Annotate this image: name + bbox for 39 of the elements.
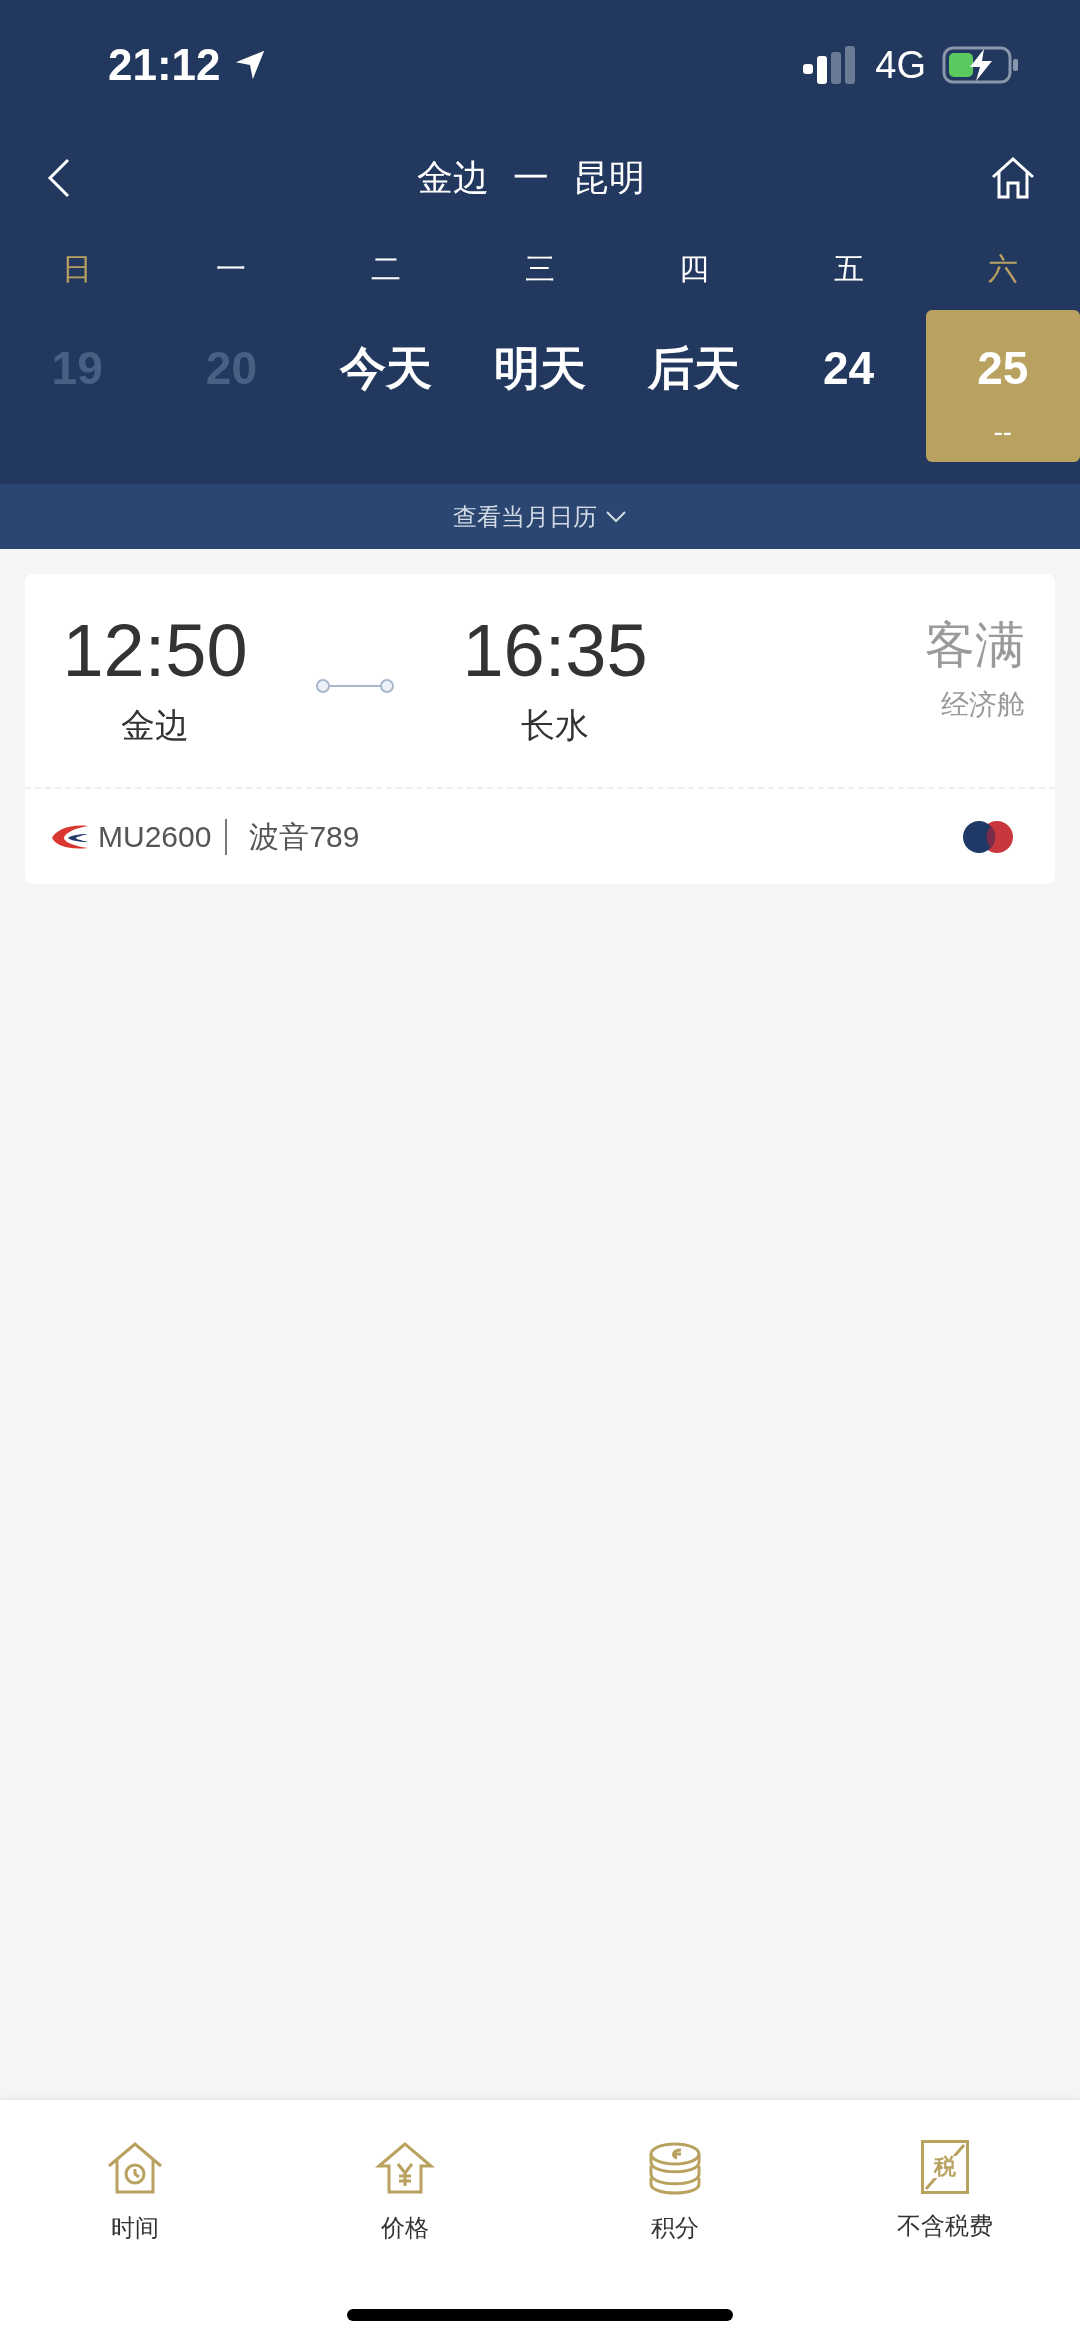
weekday-label: 六 [987, 250, 1018, 287]
alliance-logo-icon [961, 819, 1015, 854]
network-label: 4G [875, 42, 926, 88]
date-tab[interactable]: 明天 [462, 310, 618, 462]
chevron-down-icon [605, 509, 627, 524]
tax-receipt-icon: 税 [921, 2140, 969, 2194]
weekday-label: 三 [525, 250, 555, 287]
sort-filter-tab[interactable]: 价格 [270, 2140, 540, 2246]
house-clock-icon [105, 2140, 165, 2196]
weekday-label: 五 [833, 250, 864, 287]
home-icon[interactable] [990, 155, 1036, 201]
sort-filter-tab[interactable]: 税 不含税费 [810, 2140, 1080, 2246]
cabin-class: 经济舱 [941, 688, 1025, 722]
weekday-label: 四 [679, 250, 710, 287]
house-yen-icon [375, 2140, 435, 2196]
route-destination: 昆明 [573, 156, 645, 200]
date-tab[interactable]: 24 [771, 310, 926, 462]
departure-airport: 金边 [121, 705, 189, 746]
coins-icon [647, 2140, 703, 2196]
sort-filter-tab[interactable]: 时间 [0, 2140, 270, 2246]
route-line-icon [315, 678, 395, 694]
battery-charging-icon [942, 46, 1020, 84]
status-time: 21:12 [108, 39, 221, 91]
weekday-label: 日 [62, 250, 93, 287]
weekday-label: 二 [370, 250, 401, 287]
flight-number: MU2600 [98, 818, 228, 855]
arrival-time: 16:35 [462, 614, 648, 688]
date-tab[interactable]: 今天 [308, 310, 463, 462]
aircraft-type: 波音789 [249, 819, 360, 855]
date-tab[interactable]: 后天 [617, 310, 772, 462]
availability-status: 客满 [925, 620, 1025, 670]
arrival-airport: 长水 [521, 705, 589, 746]
sort-filter-tab[interactable]: 积分 [540, 2140, 810, 2246]
weekday-label: 一 [216, 250, 247, 287]
departure-time: 12:50 [62, 614, 248, 688]
month-calendar-link[interactable]: 查看当月日历 [0, 484, 1080, 549]
route-separator: 一 [513, 156, 549, 200]
flight-card[interactable]: 12:50 金边 16:35 长水 客满 经济舱 MU2600 波音789 [25, 574, 1055, 884]
route-origin: 金边 [417, 156, 489, 200]
